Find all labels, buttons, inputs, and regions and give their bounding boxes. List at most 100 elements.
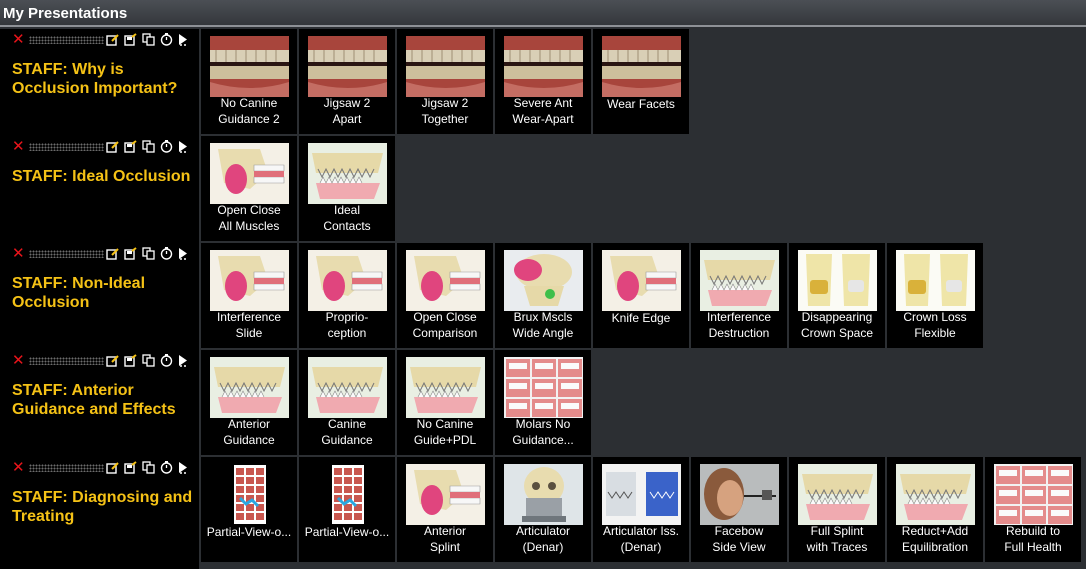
slide-label: Ideal Contacts [323, 203, 371, 233]
slide-tile[interactable]: Rebuild to Full Health [985, 457, 1081, 562]
slide-label: Open Close All Muscles [217, 203, 281, 233]
slide-label: Open Close Comparison [412, 310, 478, 340]
skull-icon [504, 464, 583, 525]
timer-icon[interactable] [160, 247, 173, 260]
slide-label: No Canine Guide+PDL [413, 417, 477, 447]
play-icon[interactable] [177, 140, 190, 153]
save-icon[interactable] [124, 354, 137, 367]
jaw-teeth-icon [210, 357, 289, 418]
save-icon[interactable] [124, 461, 137, 474]
slide-tile[interactable]: Articulator Iss. (Denar) [593, 457, 689, 562]
presentation-title[interactable]: STAFF: Ideal Occlusion [12, 167, 197, 186]
timer-icon[interactable] [160, 354, 173, 367]
slide-tile[interactable]: Partial-View-o... [201, 457, 297, 562]
delete-icon[interactable]: ✕ [12, 32, 25, 47]
play-icon[interactable] [177, 354, 190, 367]
document-icon [308, 464, 387, 525]
slide-label: Knife Edge [611, 311, 671, 325]
delete-icon[interactable]: ✕ [12, 460, 25, 475]
timer-icon[interactable] [160, 461, 173, 474]
slide-tile[interactable]: Open Close All Muscles [201, 136, 297, 241]
slide-tile[interactable]: Anterior Guidance [201, 350, 297, 455]
row-toolbar: ✕ [0, 139, 199, 154]
slide-label: Anterior Splint [423, 524, 467, 554]
tooth-icon [896, 250, 975, 311]
teeth-photo-icon [308, 36, 387, 97]
delete-icon[interactable]: ✕ [12, 353, 25, 368]
slide-tile[interactable]: No Canine Guide+PDL [397, 350, 493, 455]
slide-label: Reduct+Add Equilibration [901, 524, 969, 554]
save-icon[interactable] [124, 140, 137, 153]
slide-tile[interactable]: Jigsaw 2 Together [397, 29, 493, 134]
row-toolbar: ✕ [0, 32, 199, 47]
edit-icon[interactable] [106, 354, 119, 367]
presentation-title[interactable]: STAFF: Why is Occlusion Important? [12, 60, 197, 98]
row-toolbar: ✕ [0, 353, 199, 368]
copy-icon[interactable] [142, 461, 155, 474]
drag-handle[interactable] [29, 36, 104, 44]
jaw-teeth-icon [308, 357, 387, 418]
slide-tile[interactable]: Interference Destruction [691, 243, 787, 348]
slide-tile[interactable]: Ideal Contacts [299, 136, 395, 241]
presentation-title[interactable]: STAFF: Diagnosing and Treating [12, 488, 197, 526]
delete-icon[interactable]: ✕ [12, 246, 25, 261]
teeth-photo-icon [210, 36, 289, 97]
slide-tile[interactable]: Disappearing Crown Space [789, 243, 885, 348]
presentation-title[interactable]: STAFF: Anterior Guidance and Effects [12, 381, 197, 419]
slide-tile[interactable]: Jigsaw 2 Apart [299, 29, 395, 134]
slide-tile[interactable]: Reduct+Add Equilibration [887, 457, 983, 562]
play-icon[interactable] [177, 33, 190, 46]
slide-tile[interactable]: Interference Slide [201, 243, 297, 348]
copy-icon[interactable] [142, 33, 155, 46]
edit-icon[interactable] [106, 247, 119, 260]
jaw-muscle-icon [308, 250, 387, 311]
copy-icon[interactable] [142, 140, 155, 153]
slide-tile[interactable]: Molars No Guidance... [495, 350, 591, 455]
jaw-teeth-icon [798, 464, 877, 525]
save-icon[interactable] [124, 33, 137, 46]
slide-label: Brux Mscls Wide Angle [512, 310, 574, 340]
edit-icon[interactable] [106, 461, 119, 474]
slide-tile[interactable]: Anterior Splint [397, 457, 493, 562]
slide-label: Crown Loss Flexible [903, 310, 967, 340]
slide-tile[interactable]: Wear Facets [593, 29, 689, 134]
slide-tile[interactable]: Partial-View-o... [299, 457, 395, 562]
edit-icon[interactable] [106, 140, 119, 153]
play-icon[interactable] [177, 247, 190, 260]
slide-tile[interactable]: Open Close Comparison [397, 243, 493, 348]
slide-tile[interactable]: Severe Ant Wear-Apart [495, 29, 591, 134]
copy-icon[interactable] [142, 354, 155, 367]
slide-label: Articulator Iss. (Denar) [602, 524, 680, 554]
slide-label: No Canine Guidance 2 [218, 96, 280, 126]
edit-icon[interactable] [106, 33, 119, 46]
drag-handle[interactable] [29, 357, 104, 365]
slide-tile[interactable]: Full Splint with Traces [789, 457, 885, 562]
slide-tile[interactable]: Brux Mscls Wide Angle [495, 243, 591, 348]
timer-icon[interactable] [160, 33, 173, 46]
drag-handle[interactable] [29, 464, 104, 472]
slide-tile[interactable]: Knife Edge [593, 243, 689, 348]
timer-icon[interactable] [160, 140, 173, 153]
jaw-teeth-icon [896, 464, 975, 525]
jaw-teeth-icon [406, 357, 485, 418]
slide-label: Anterior Guidance [223, 417, 275, 447]
delete-icon[interactable]: ✕ [12, 139, 25, 154]
slide-tile[interactable]: Canine Guidance [299, 350, 395, 455]
slide-tile[interactable]: Proprio- ception [299, 243, 395, 348]
drag-handle[interactable] [29, 250, 104, 258]
jaw-teeth-icon [308, 143, 387, 204]
copy-icon[interactable] [142, 247, 155, 260]
slide-tile[interactable]: Facebow Side View [691, 457, 787, 562]
jaw-muscle-icon [406, 464, 485, 525]
slide-tile[interactable]: Articulator (Denar) [495, 457, 591, 562]
row-toolbar: ✕ [0, 460, 199, 475]
presentation-title[interactable]: STAFF: Non-Ideal Occlusion [12, 274, 197, 312]
jaw-muscle-icon [210, 250, 289, 311]
jaw-teeth-icon [700, 250, 779, 311]
slide-tile[interactable]: Crown Loss Flexible [887, 243, 983, 348]
teeth-photo-icon [602, 36, 681, 97]
slide-tile[interactable]: No Canine Guidance 2 [201, 29, 297, 134]
drag-handle[interactable] [29, 143, 104, 151]
save-icon[interactable] [124, 247, 137, 260]
play-icon[interactable] [177, 461, 190, 474]
